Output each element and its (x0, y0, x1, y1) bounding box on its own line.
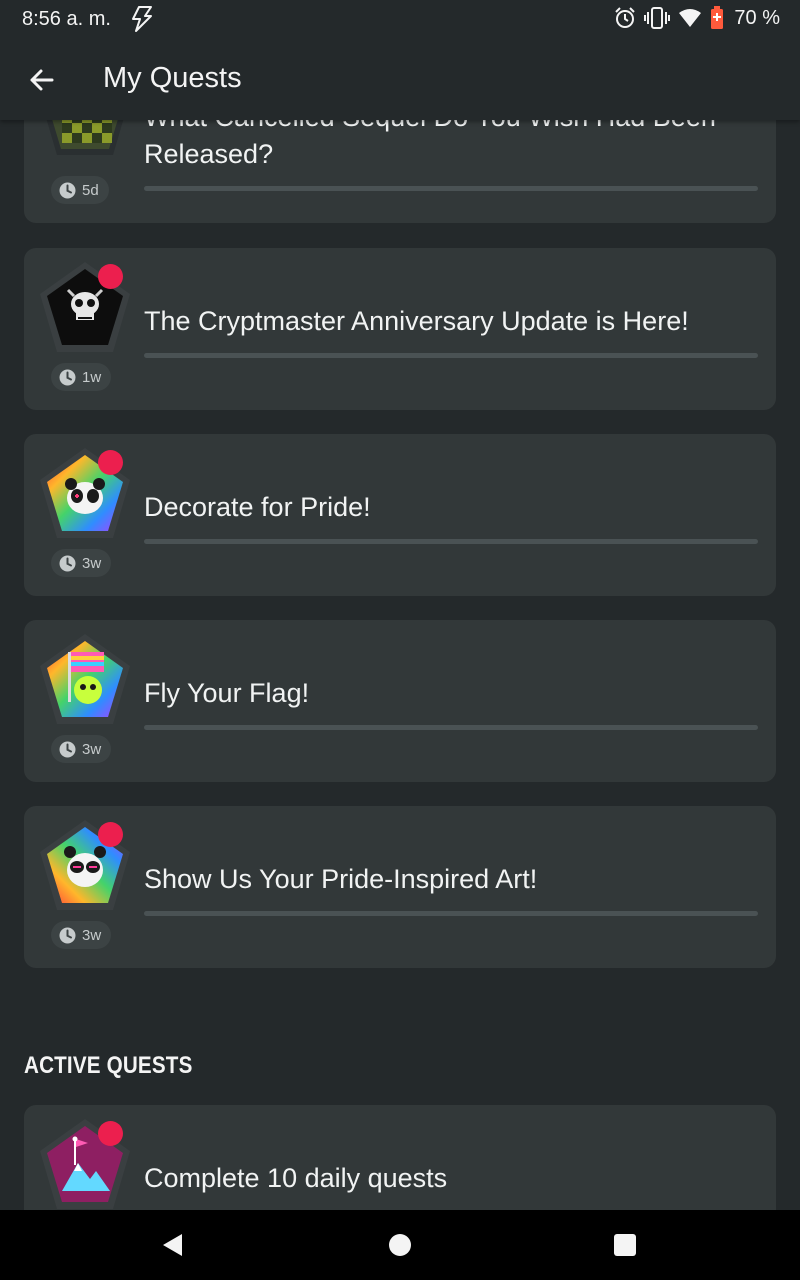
quest-time: 3w (82, 926, 102, 944)
clock-icon (59, 741, 76, 757)
time-chip: 1w (51, 363, 112, 391)
alarm-icon (615, 7, 636, 28)
quest-title: Fly Your Flag! (144, 678, 310, 708)
recents-square-icon[interactable] (612, 1232, 638, 1258)
app-bar: My Quests (0, 38, 800, 120)
status-bar: 8:56 a. m. 70 % (0, 0, 800, 38)
arrow-left-icon[interactable] (24, 60, 64, 100)
clock-icon (59, 369, 76, 385)
quest-card[interactable]: The Cryptmaster Anniversary Update is He… (24, 248, 776, 410)
time-chip: 3w (51, 921, 112, 949)
new-notification-dot (98, 1121, 123, 1146)
quest-title: The Cryptmaster Anniversary Update is He… (144, 306, 689, 336)
quest-card[interactable]: Show Us Your Pride-Inspired Art! 3w (24, 806, 776, 968)
vibrate-icon (644, 7, 671, 29)
quest-progress-bar (144, 539, 758, 544)
quest-badge-icon (40, 634, 130, 724)
clock-icon (59, 555, 76, 571)
quest-progress-bar (144, 353, 758, 358)
clock-icon (59, 927, 76, 943)
quest-card[interactable]: Fly Your Flag! 3w (24, 620, 776, 782)
active-quest-card[interactable]: Complete 10 daily quests (24, 1105, 776, 1210)
time-chip: 3w (51, 735, 112, 763)
wifi-icon (679, 9, 702, 27)
status-time: 8:56 a. m. (22, 8, 111, 30)
quest-title: Show Us Your Pride-Inspired Art! (144, 864, 538, 894)
quest-title: Complete 10 daily quests (144, 1163, 448, 1193)
quest-list[interactable]: What Cancelled Sequel Do You Wish Had Be… (0, 0, 800, 1210)
new-notification-dot (98, 450, 123, 475)
battery-percent: 70 % (734, 6, 780, 29)
battery-icon (711, 6, 724, 29)
quest-time: 5d (82, 181, 99, 199)
quest-progress-bar (144, 725, 758, 730)
clock-icon (59, 182, 76, 198)
quest-progress-bar (144, 911, 758, 916)
flash-icon (132, 6, 152, 32)
quest-time: 3w (82, 740, 102, 758)
quest-title: Decorate for Pride! (144, 492, 371, 522)
new-notification-dot (98, 822, 123, 847)
quest-card[interactable]: Decorate for Pride! 3w (24, 434, 776, 596)
time-chip: 3w (51, 549, 112, 577)
system-nav-bar (0, 1210, 800, 1280)
home-circle-icon[interactable] (387, 1232, 413, 1258)
section-heading-active-quests: ACTIVE QUESTS (24, 1052, 193, 1079)
quest-time: 3w (82, 554, 102, 572)
back-triangle-icon[interactable] (160, 1232, 186, 1258)
time-chip: 5d (51, 176, 109, 204)
quest-time: 1w (82, 368, 102, 386)
page-title: My Quests (103, 62, 242, 94)
new-notification-dot (98, 264, 123, 289)
quest-progress-bar (144, 186, 758, 191)
